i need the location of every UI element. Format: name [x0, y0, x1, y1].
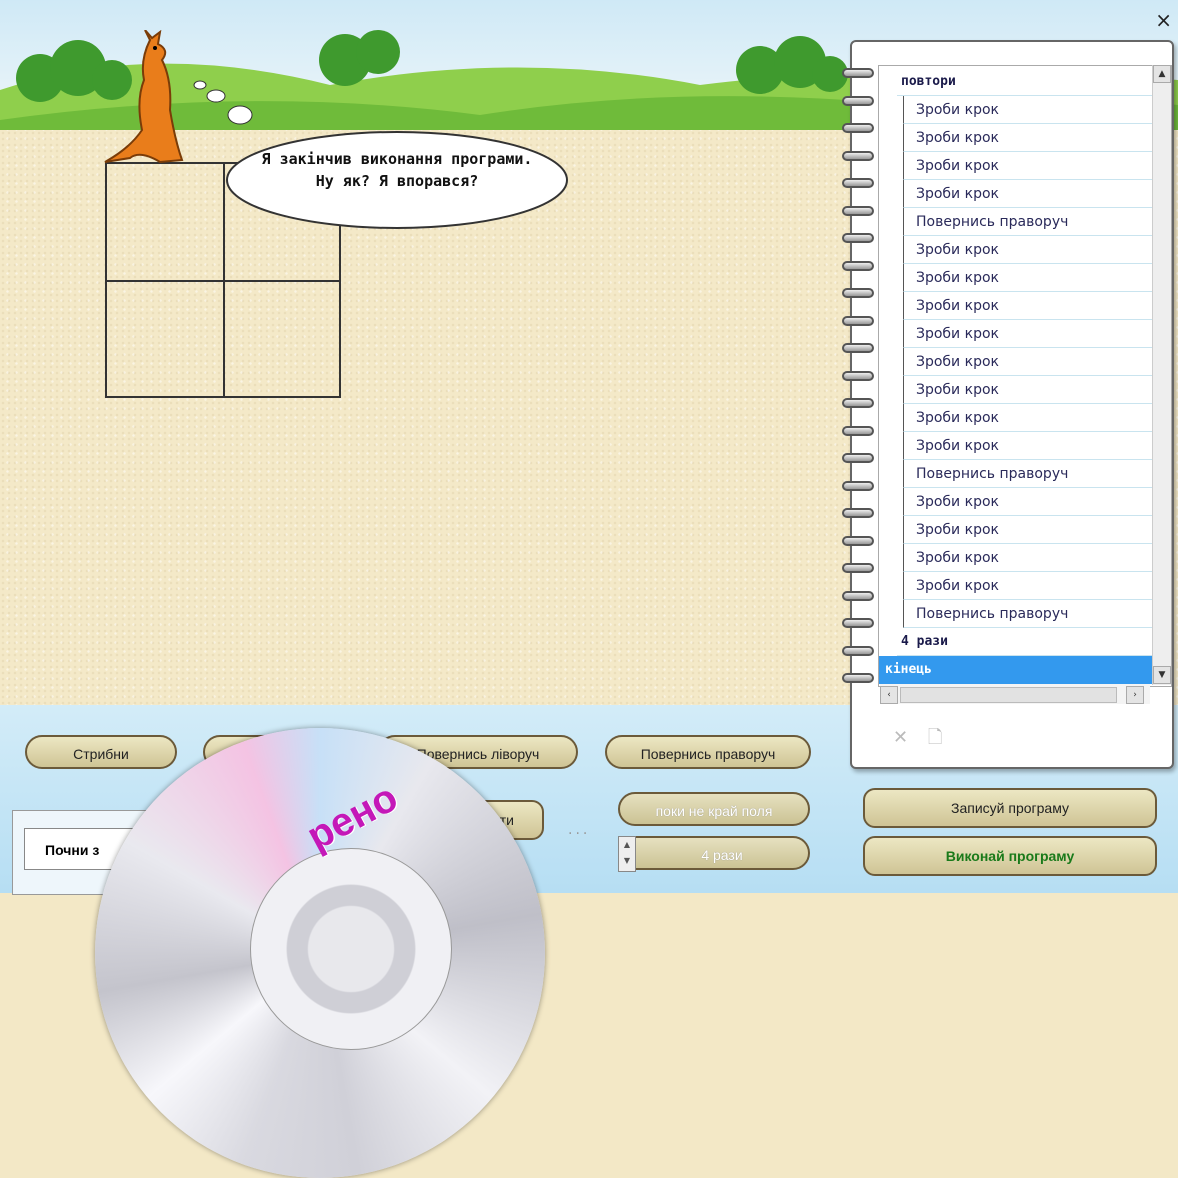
notebook-rings [842, 68, 882, 708]
list-item-command[interactable]: Зроби крок [903, 96, 1153, 124]
list-item-command[interactable]: Зроби крок [903, 432, 1153, 460]
scroll-right-icon[interactable]: › [1126, 686, 1144, 704]
list-item-command[interactable]: Повернись праворуч [903, 208, 1153, 236]
list-item-command[interactable]: Зроби крок [903, 152, 1153, 180]
list-item-command[interactable]: Зроби крок [903, 516, 1153, 544]
ring-icon [842, 260, 874, 271]
ring-icon [842, 398, 874, 408]
notebook-tools: ✕ 🗋 [893, 725, 942, 755]
program-list[interactable]: повтори Зроби крок Зроби крок Зроби крок Зр… [878, 65, 1172, 687]
list-item-command[interactable]: Зроби крок [903, 292, 1153, 320]
ring-icon [842, 178, 874, 188]
ring-icon [842, 95, 874, 106]
turn-right-button[interactable]: Повернись праворуч [605, 735, 811, 769]
scroll-up-icon[interactable]: ▲ [1153, 65, 1171, 83]
ring-icon [842, 425, 874, 436]
list-item-command[interactable]: Зроби крок [903, 264, 1153, 292]
list-item-command[interactable]: Зроби крок [903, 544, 1153, 572]
scroll-thumb[interactable] [900, 687, 1117, 703]
list-item-command[interactable]: Зроби крок [903, 376, 1153, 404]
list-item-command[interactable]: Зроби крок [903, 572, 1153, 600]
ring-icon [842, 590, 874, 601]
ring-icon [842, 288, 874, 298]
ring-icon [842, 618, 874, 628]
record-program-button[interactable]: Записуй програму [863, 788, 1157, 828]
list-item-command[interactable]: Повернись праворуч [903, 600, 1153, 628]
delete-icon[interactable]: ✕ [893, 727, 908, 748]
speech-line-1: Я закінчив виконання програми. [261, 150, 533, 168]
ellipsis: ... [568, 822, 591, 838]
list-item-command[interactable]: Зроби крок [903, 124, 1153, 152]
cd-center [250, 848, 452, 1050]
times-button[interactable]: 4 рази [618, 836, 810, 870]
ring-icon [842, 673, 874, 683]
horizontal-scrollbar[interactable]: ‹ › [880, 684, 1150, 704]
ring-icon [842, 150, 874, 161]
times-stepper[interactable]: ▲ ▼ [618, 836, 636, 872]
list-item-command[interactable]: Зроби крок [903, 348, 1153, 376]
list-item-repeat[interactable]: повтори [897, 68, 1153, 96]
close-icon[interactable]: × [1155, 8, 1172, 32]
grid-line [107, 280, 339, 282]
ring-icon [842, 233, 874, 243]
ring-icon [842, 205, 874, 216]
ring-icon [842, 123, 874, 133]
list-item-end[interactable]: кінець [879, 656, 1159, 684]
ring-icon [842, 563, 874, 573]
list-item-command[interactable]: Повернись праворуч [903, 460, 1153, 488]
list-item-repeat-count[interactable]: 4 рази [897, 628, 1153, 656]
ring-icon [842, 645, 874, 656]
new-file-icon[interactable]: 🗋 [928, 727, 942, 748]
scroll-left-icon[interactable]: ‹ [880, 686, 898, 704]
ring-icon [842, 535, 874, 546]
ring-icon [842, 343, 874, 353]
ring-icon [842, 480, 874, 491]
speech-text: Я закінчив виконання програми. Ну як? Я … [236, 148, 558, 192]
ring-icon [842, 508, 874, 518]
ring-icon [842, 315, 874, 326]
ring-icon [842, 370, 874, 381]
jump-button[interactable]: Стрибни [25, 735, 177, 769]
list-item-command[interactable]: Зроби крок [903, 236, 1153, 264]
kangaroo-character [104, 30, 184, 164]
list-item-command[interactable]: Зроби крок [903, 404, 1153, 432]
until-edge-button[interactable]: поки не край поля [618, 792, 810, 826]
ring-icon [842, 68, 874, 78]
thought-dots [193, 80, 253, 125]
ring-icon [842, 453, 874, 463]
list-item-command[interactable]: Зроби крок [903, 488, 1153, 516]
list-item-command[interactable]: Зроби крок [903, 180, 1153, 208]
execute-program-button[interactable]: Виконай програму [863, 836, 1157, 876]
list-item-command[interactable]: Зроби крок [903, 320, 1153, 348]
speech-line-2: Ну як? Я впорався? [315, 172, 479, 190]
scroll-down-icon[interactable]: ▼ [1153, 666, 1171, 684]
vertical-scrollbar[interactable]: ▲ ▼ [1152, 65, 1171, 685]
